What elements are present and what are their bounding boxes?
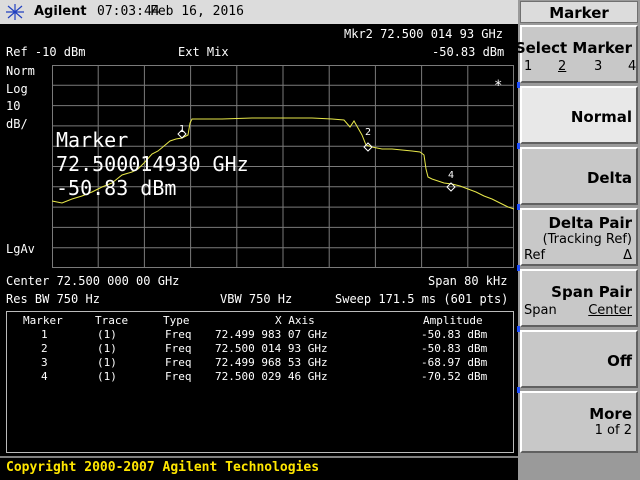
averaging-mode: LgAv <box>6 242 35 256</box>
asterisk-indicator: * <box>494 78 503 94</box>
table-row-3-marker: 3 <box>41 356 48 369</box>
span-pair-center-option: Center <box>588 303 632 318</box>
more-page-indicator: 1 of 2 <box>594 423 632 438</box>
agilent-logo-icon <box>6 4 24 20</box>
copyright-text: Copyright 2000-2007 Agilent Technologies <box>6 460 320 475</box>
marker-readout-frequency: 72.500014930 GHz <box>56 152 249 176</box>
delta-label: Delta <box>586 169 632 187</box>
marker-readout: Mkr2 72.500 014 93 GHz <box>344 27 503 41</box>
select-marker-label: Select Marker <box>514 39 632 57</box>
col-header-amplitude: Amplitude <box>423 314 483 327</box>
table-row-2-marker: 2 <box>41 342 48 355</box>
select-marker-option-2: 2 <box>558 59 567 74</box>
scale-unit: dB/ <box>6 117 28 131</box>
delta-softkey[interactable]: Delta <box>520 147 638 205</box>
select-marker-softkey[interactable]: Select Marker 1 2 3 4 <box>515 25 638 83</box>
table-row-1-amp: -50.83 dBm <box>421 328 488 341</box>
table-row-3-amp: -68.97 dBm <box>421 356 488 369</box>
table-row-1-trace: (1) <box>97 328 117 341</box>
scale-type: Log <box>6 82 28 96</box>
span-pair-softkey[interactable]: Span Pair Span Center <box>520 269 638 327</box>
scale-mode: Norm <box>6 64 35 78</box>
scale-per-division: 10 <box>6 99 21 113</box>
marker-readout-amplitude: -50.83 dBm <box>56 176 177 200</box>
table-row-2-amp: -50.83 dBm <box>421 342 488 355</box>
softkey-separator <box>517 326 520 332</box>
video-bandwidth: VBW 750 Hz <box>220 292 293 306</box>
select-marker-option-4: 4 <box>628 59 637 74</box>
softkey-separator <box>517 387 520 393</box>
select-marker-option-1: 1 <box>524 59 533 74</box>
frequency-span: Span 80 kHz <box>428 274 508 288</box>
softkey-separator <box>517 204 520 210</box>
span-pair-label: Span Pair <box>551 283 632 301</box>
table-row-4-trace: (1) <box>97 370 117 383</box>
marker-readout-title: Marker <box>56 128 129 152</box>
normal-softkey[interactable]: Normal <box>520 86 638 144</box>
col-header-x-axis: X Axis <box>275 314 315 327</box>
table-row-2-x: 72.500 014 93 GHz <box>215 342 328 355</box>
brand-name: Agilent <box>34 4 87 19</box>
delta-pair-ref-option: Ref <box>524 248 546 263</box>
center-frequency: Center 72.500 000 00 GHz <box>6 274 180 288</box>
table-row-3-type: Freq <box>165 356 192 369</box>
col-header-marker: Marker <box>23 314 63 327</box>
col-header-trace: Trace <box>95 314 129 327</box>
table-row-4-x: 72.500 029 46 GHz <box>215 370 328 383</box>
marker-table: Marker Trace Type X Axis Amplitude 1 (1)… <box>6 311 514 453</box>
span-pair-span-option: Span <box>524 303 557 318</box>
table-row-1-x: 72.499 983 07 GHz <box>215 328 328 341</box>
marker-2-label: 2 <box>365 127 372 138</box>
table-row-2-trace: (1) <box>97 342 117 355</box>
table-row-4-type: Freq <box>165 370 192 383</box>
delta-pair-delta-option: Δ <box>623 248 632 263</box>
table-row-3-trace: (1) <box>97 356 117 369</box>
table-row-3-x: 72.499 968 53 GHz <box>215 356 328 369</box>
softkey-separator <box>517 82 520 88</box>
delta-pair-label: Delta Pair <box>548 214 632 232</box>
sweep-time: Sweep 171.5 ms (601 pts) <box>335 292 509 306</box>
softkey-separator <box>517 265 520 271</box>
delta-pair-sublabel: (Tracking Ref) <box>542 232 632 247</box>
table-row-2-type: Freq <box>165 342 192 355</box>
off-softkey[interactable]: Off <box>520 330 638 388</box>
mixer-mode: Ext Mix <box>178 45 229 59</box>
table-row-1-marker: 1 <box>41 328 48 341</box>
table-row-4-amp: -70.52 dBm <box>421 370 488 383</box>
marker-1-label: 1 <box>179 124 186 135</box>
off-label: Off <box>607 352 632 370</box>
clock-date: Feb 16, 2016 <box>150 4 244 19</box>
table-row-4-marker: 4 <box>41 370 48 383</box>
marker-4-label: 4 <box>448 170 455 181</box>
normal-label: Normal <box>570 108 632 126</box>
delta-pair-softkey[interactable]: Delta Pair (Tracking Ref) Ref Δ <box>520 208 638 266</box>
select-marker-option-3: 3 <box>594 59 603 74</box>
resolution-bandwidth: Res BW 750 Hz <box>6 292 100 306</box>
menu-title-label: Marker <box>549 4 609 22</box>
menu-title: Marker <box>520 1 638 23</box>
col-header-type: Type <box>163 314 190 327</box>
more-softkey[interactable]: More 1 of 2 <box>520 391 638 453</box>
more-label: More <box>589 405 632 423</box>
reference-level: Ref -10 dBm <box>6 45 86 59</box>
marker-amplitude-readout: -50.83 dBm <box>432 45 505 59</box>
table-row-1-type: Freq <box>165 328 192 341</box>
softkey-separator <box>517 143 520 149</box>
